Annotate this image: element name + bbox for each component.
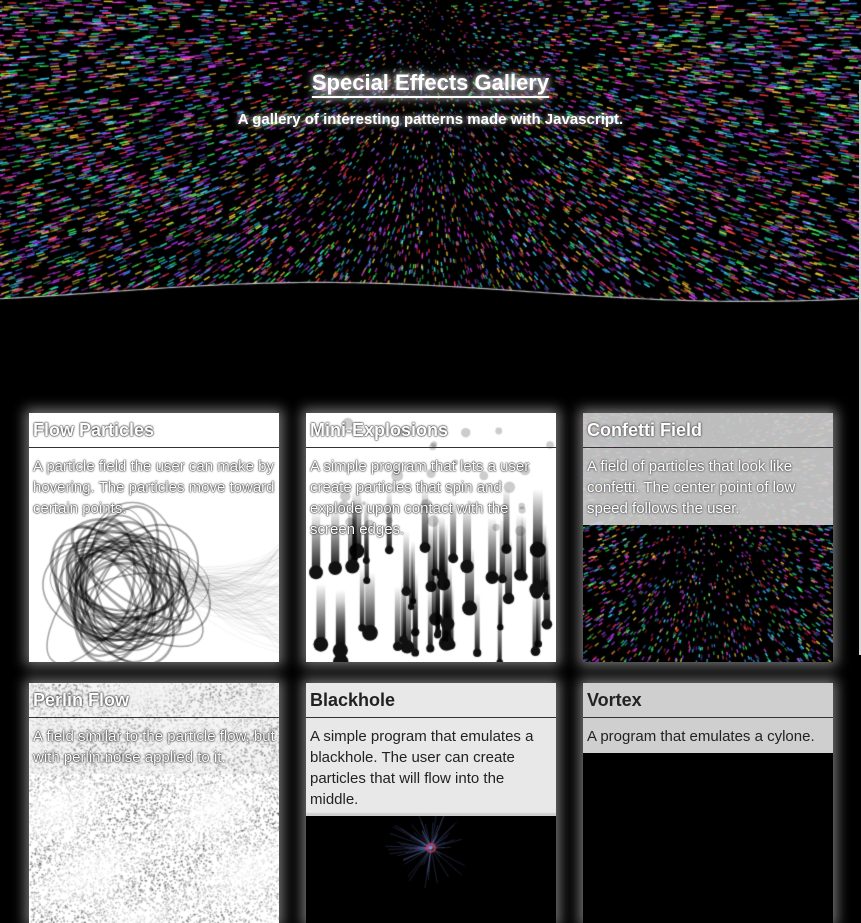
gallery-card-vortex[interactable]: Vortex A program that emulates a cylone. (583, 683, 833, 923)
gallery-card-mini-explosions[interactable]: Mini-Explosions A simple program that le… (306, 413, 556, 662)
gallery-title-link[interactable]: Special Effects Gallery (312, 70, 549, 95)
card-title: Blackhole (306, 683, 556, 718)
card-title: Confetti Field (583, 413, 833, 448)
card-description: A field similar to the particle flow, bu… (29, 718, 279, 774)
card-description: A simple program that emulates a blackho… (306, 718, 556, 816)
hero-banner: Special Effects Gallery A gallery of int… (0, 0, 861, 330)
gallery-card-perlin-flow[interactable]: Perlin Flow A field similar to the parti… (29, 683, 279, 923)
card-title: Flow Particles (29, 413, 279, 448)
page-title: Special Effects Gallery (0, 70, 861, 96)
card-description: A simple program that lets a user create… (310, 458, 530, 538)
page-subtitle: A gallery of interesting patterns made w… (237, 111, 624, 128)
gallery-card-flow-particles[interactable]: Flow Particles A particle field the user… (29, 413, 279, 662)
card-description: A program that emulates a cylone. (583, 718, 833, 753)
card-title: Vortex (583, 683, 833, 718)
card-description: A field of particles that look like conf… (583, 448, 833, 525)
confetti-background (0, 0, 861, 330)
card-title: Perlin Flow (29, 683, 279, 718)
gallery-card-confetti-field[interactable]: Confetti Field A field of particles that… (583, 413, 833, 662)
card-description: A particle field the user can make by ho… (33, 458, 275, 517)
gallery-card-blackhole[interactable]: Blackhole A simple program that emulates… (306, 683, 556, 923)
card-title: Mini-Explosions (306, 413, 556, 448)
